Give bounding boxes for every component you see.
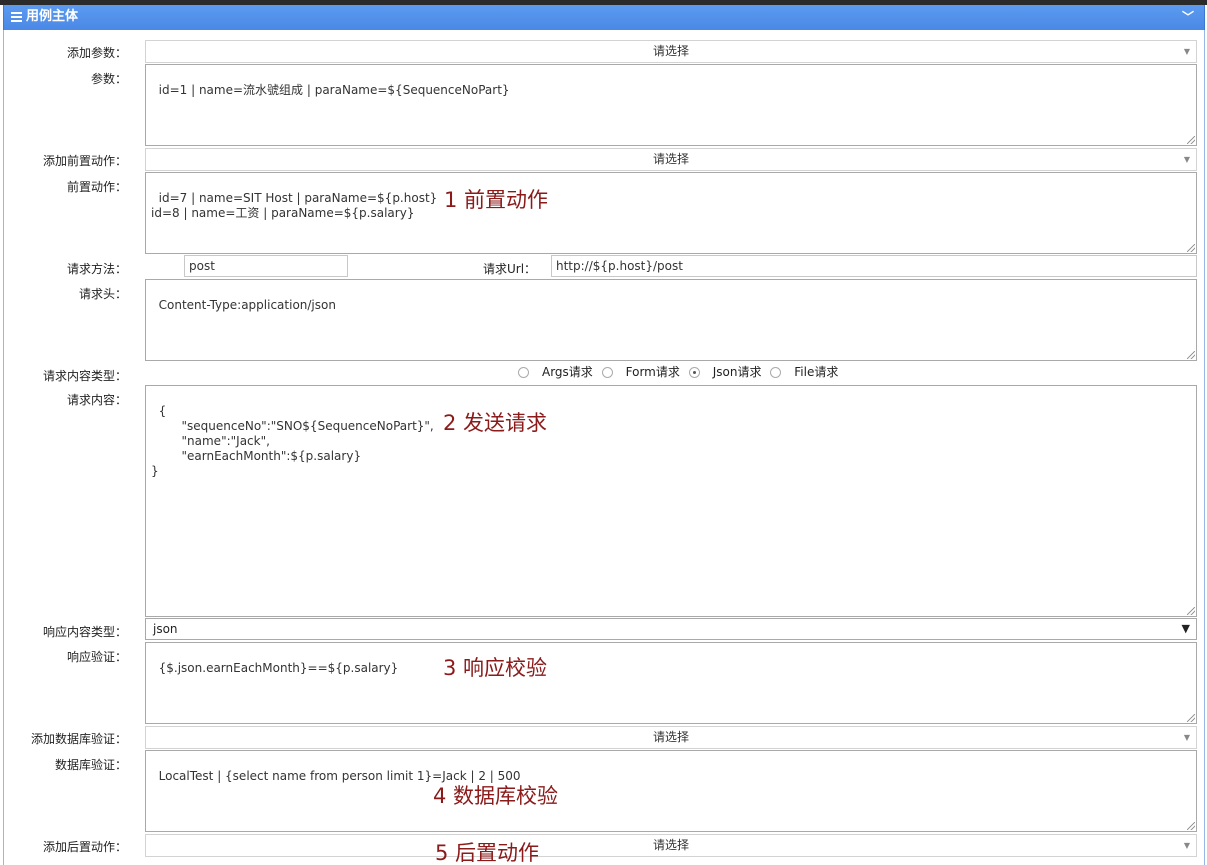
body-label: 请求内容：	[66, 393, 127, 407]
add-param-select[interactable]: 请选择 ▼	[145, 40, 1197, 63]
add-pre-action-label: 添加前置动作：	[42, 154, 127, 168]
resp-type-select[interactable]: json ▼	[145, 618, 1197, 640]
radio-json-label: Json请求	[712, 365, 762, 379]
radio-form[interactable]	[601, 367, 613, 378]
annotation-pre-action: 1 前置动作	[444, 188, 549, 212]
radio-json[interactable]	[688, 367, 700, 378]
method-label: 请求方法：	[66, 262, 127, 276]
radio-file-label: File请求	[794, 365, 839, 379]
annotation-send-request: 2 发送请求	[443, 411, 548, 435]
content-type-radio-group: Args请求 Form请求 Json请求 File请求	[518, 363, 843, 379]
params-textarea[interactable]: id=1 | name=流水號组成 | paraName=${SequenceN…	[145, 64, 1197, 146]
resize-handle-icon[interactable]	[1187, 244, 1195, 252]
dropdown-arrow-icon[interactable]: ▼	[1178, 835, 1196, 856]
headers-label: 请求头：	[78, 287, 127, 301]
radio-args-label: Args请求	[542, 365, 593, 379]
pre-action-textarea[interactable]: id=7 | name=SIT Host | paraName=${p.host…	[145, 172, 1197, 254]
radio-file[interactable]	[770, 367, 782, 378]
headers-textarea[interactable]: Content-Type:application/json	[145, 279, 1197, 361]
resize-handle-icon[interactable]	[1187, 351, 1195, 359]
resp-verify-value: {$.json.earnEachMonth}==${p.salary}	[158, 661, 399, 675]
add-param-select-value: 请选择	[652, 44, 689, 58]
content-type-label: 请求内容类型：	[42, 369, 127, 383]
db-verify-textarea[interactable]: LocalTest | {select name from person lim…	[145, 750, 1197, 832]
resp-type-label: 响应内容类型：	[42, 625, 127, 639]
dropdown-arrow-icon[interactable]: ▼	[1182, 619, 1190, 639]
url-input[interactable]: http://${p.host}/post	[551, 255, 1197, 277]
annotation-resp-verify: 3 响应校验	[443, 656, 548, 680]
url-label: 请求Url：	[483, 262, 537, 276]
panel-title: 用例主体	[26, 9, 79, 24]
add-db-verify-label: 添加数据库验证：	[30, 732, 127, 746]
menu-icon[interactable]	[11, 12, 22, 22]
chevron-down-icon[interactable]: ﹀	[1182, 5, 1194, 29]
resp-type-value: json	[153, 622, 178, 636]
params-value: id=1 | name=流水號组成 | paraName=${SequenceN…	[158, 83, 510, 97]
add-db-verify-select-value: 请选择	[652, 730, 689, 744]
pre-action-label: 前置动作：	[66, 180, 127, 194]
add-pre-action-select[interactable]: 请选择 ▼	[145, 148, 1197, 171]
headers-value: Content-Type:application/json	[158, 298, 336, 312]
annotation-post-action: 5 后置动作	[435, 841, 540, 865]
body-value: { "sequenceNo":"SNO${SequenceNoPart}", "…	[151, 404, 434, 478]
add-pre-action-select-value: 请选择	[652, 152, 689, 166]
add-post-action-label: 添加后置动作：	[42, 840, 127, 854]
method-input[interactable]: post	[184, 255, 348, 277]
add-post-action-select[interactable]: 请选择 ▼	[145, 834, 1197, 857]
dropdown-arrow-icon[interactable]: ▼	[1178, 727, 1196, 748]
radio-form-label: Form请求	[625, 365, 680, 379]
annotation-db-verify: 4 数据库校验	[433, 784, 559, 808]
dropdown-arrow-icon[interactable]: ▼	[1178, 149, 1196, 170]
resize-handle-icon[interactable]	[1187, 714, 1195, 722]
resp-verify-label: 响应验证：	[66, 650, 127, 664]
params-label: 参数：	[90, 72, 127, 86]
radio-args[interactable]	[518, 367, 529, 378]
add-param-label: 添加参数：	[66, 46, 127, 60]
pre-action-value: id=7 | name=SIT Host | paraName=${p.host…	[151, 191, 438, 220]
dropdown-arrow-icon[interactable]: ▼	[1178, 41, 1196, 62]
db-verify-label: 数据库验证：	[54, 758, 127, 772]
resize-handle-icon[interactable]	[1187, 136, 1195, 144]
resize-handle-icon[interactable]	[1187, 607, 1195, 615]
resp-verify-textarea[interactable]: {$.json.earnEachMonth}==${p.salary}	[145, 642, 1197, 724]
panel-header[interactable]: 用例主体 ﹀	[3, 5, 1205, 30]
add-post-action-select-value: 请选择	[652, 838, 689, 852]
add-db-verify-select[interactable]: 请选择 ▼	[145, 726, 1197, 749]
resize-handle-icon[interactable]	[1187, 822, 1195, 830]
body-textarea[interactable]: { "sequenceNo":"SNO${SequenceNoPart}", "…	[145, 385, 1197, 617]
